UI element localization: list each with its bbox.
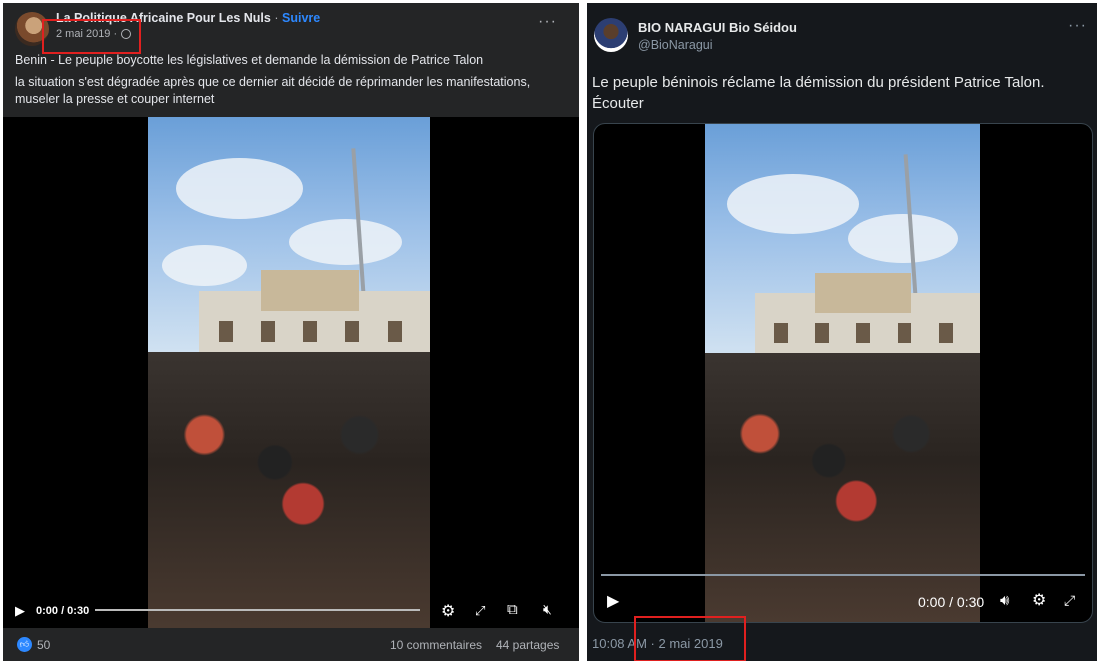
mute-icon[interactable]: 🔇︎ bbox=[543, 601, 552, 618]
video-player[interactable]: ▶ 0:00 / 0:30 🔊︎ ⚙ ⤢ bbox=[593, 123, 1093, 623]
like-icon: 👍︎ bbox=[17, 637, 32, 652]
settings-icon[interactable]: ⚙ bbox=[1032, 590, 1046, 610]
facebook-post: La Politique Africaine Pour Les Nuls · S… bbox=[3, 3, 579, 661]
fullscreen-icon[interactable]: ⤢ bbox=[1064, 592, 1075, 609]
highlight-box bbox=[42, 19, 141, 54]
play-icon[interactable]: ▶ bbox=[15, 603, 25, 619]
video-player[interactable]: ▶ 0:00 / 0:30 ⚙ ⤢ ⧉ 🔇︎ bbox=[3, 117, 579, 628]
video-frame bbox=[705, 124, 980, 622]
play-icon[interactable]: ▶ bbox=[607, 591, 619, 611]
video-progress-bar[interactable] bbox=[95, 609, 420, 611]
volume-icon[interactable]: 🔊︎ bbox=[1000, 592, 1009, 609]
user-handle[interactable]: @BioNaragui bbox=[638, 38, 713, 52]
reactions-count[interactable]: 50 bbox=[37, 638, 50, 652]
more-options-icon[interactable]: ··· bbox=[538, 13, 557, 31]
more-options-icon[interactable]: ··· bbox=[1068, 17, 1087, 35]
post-text-line2: la situation s'est dégradée après que ce… bbox=[15, 75, 531, 106]
twitter-post: BIO NARAGUI Bio Séidou @BioNaragui ··· L… bbox=[587, 3, 1097, 661]
display-name[interactable]: BIO NARAGUI Bio Séidou bbox=[638, 20, 797, 35]
follow-button[interactable]: Suivre bbox=[282, 11, 320, 25]
expand-icon[interactable]: ⤢ bbox=[475, 603, 485, 619]
comments-count[interactable]: 10 commentaires bbox=[390, 638, 482, 652]
post-text-line1: Benin - Le peuple boycotte les législati… bbox=[15, 53, 484, 67]
user-avatar[interactable] bbox=[594, 18, 628, 52]
shares-count[interactable]: 44 partages bbox=[496, 638, 559, 652]
engagement-bar: 👍︎ 50 10 commentaires 44 partages bbox=[3, 628, 579, 661]
settings-icon[interactable]: ⚙ bbox=[441, 601, 455, 621]
separator: · bbox=[274, 11, 279, 25]
video-frame bbox=[148, 117, 430, 628]
tweet-text: Le peuple béninois réclame la démission … bbox=[592, 74, 1045, 112]
picture-in-picture-icon[interactable]: ⧉ bbox=[507, 601, 518, 618]
highlight-box bbox=[634, 616, 746, 661]
video-time: 0:00 / 0:30 bbox=[918, 594, 985, 610]
video-time: 0:00 / 0:30 bbox=[36, 605, 90, 617]
video-progress-bar[interactable] bbox=[601, 574, 1085, 576]
